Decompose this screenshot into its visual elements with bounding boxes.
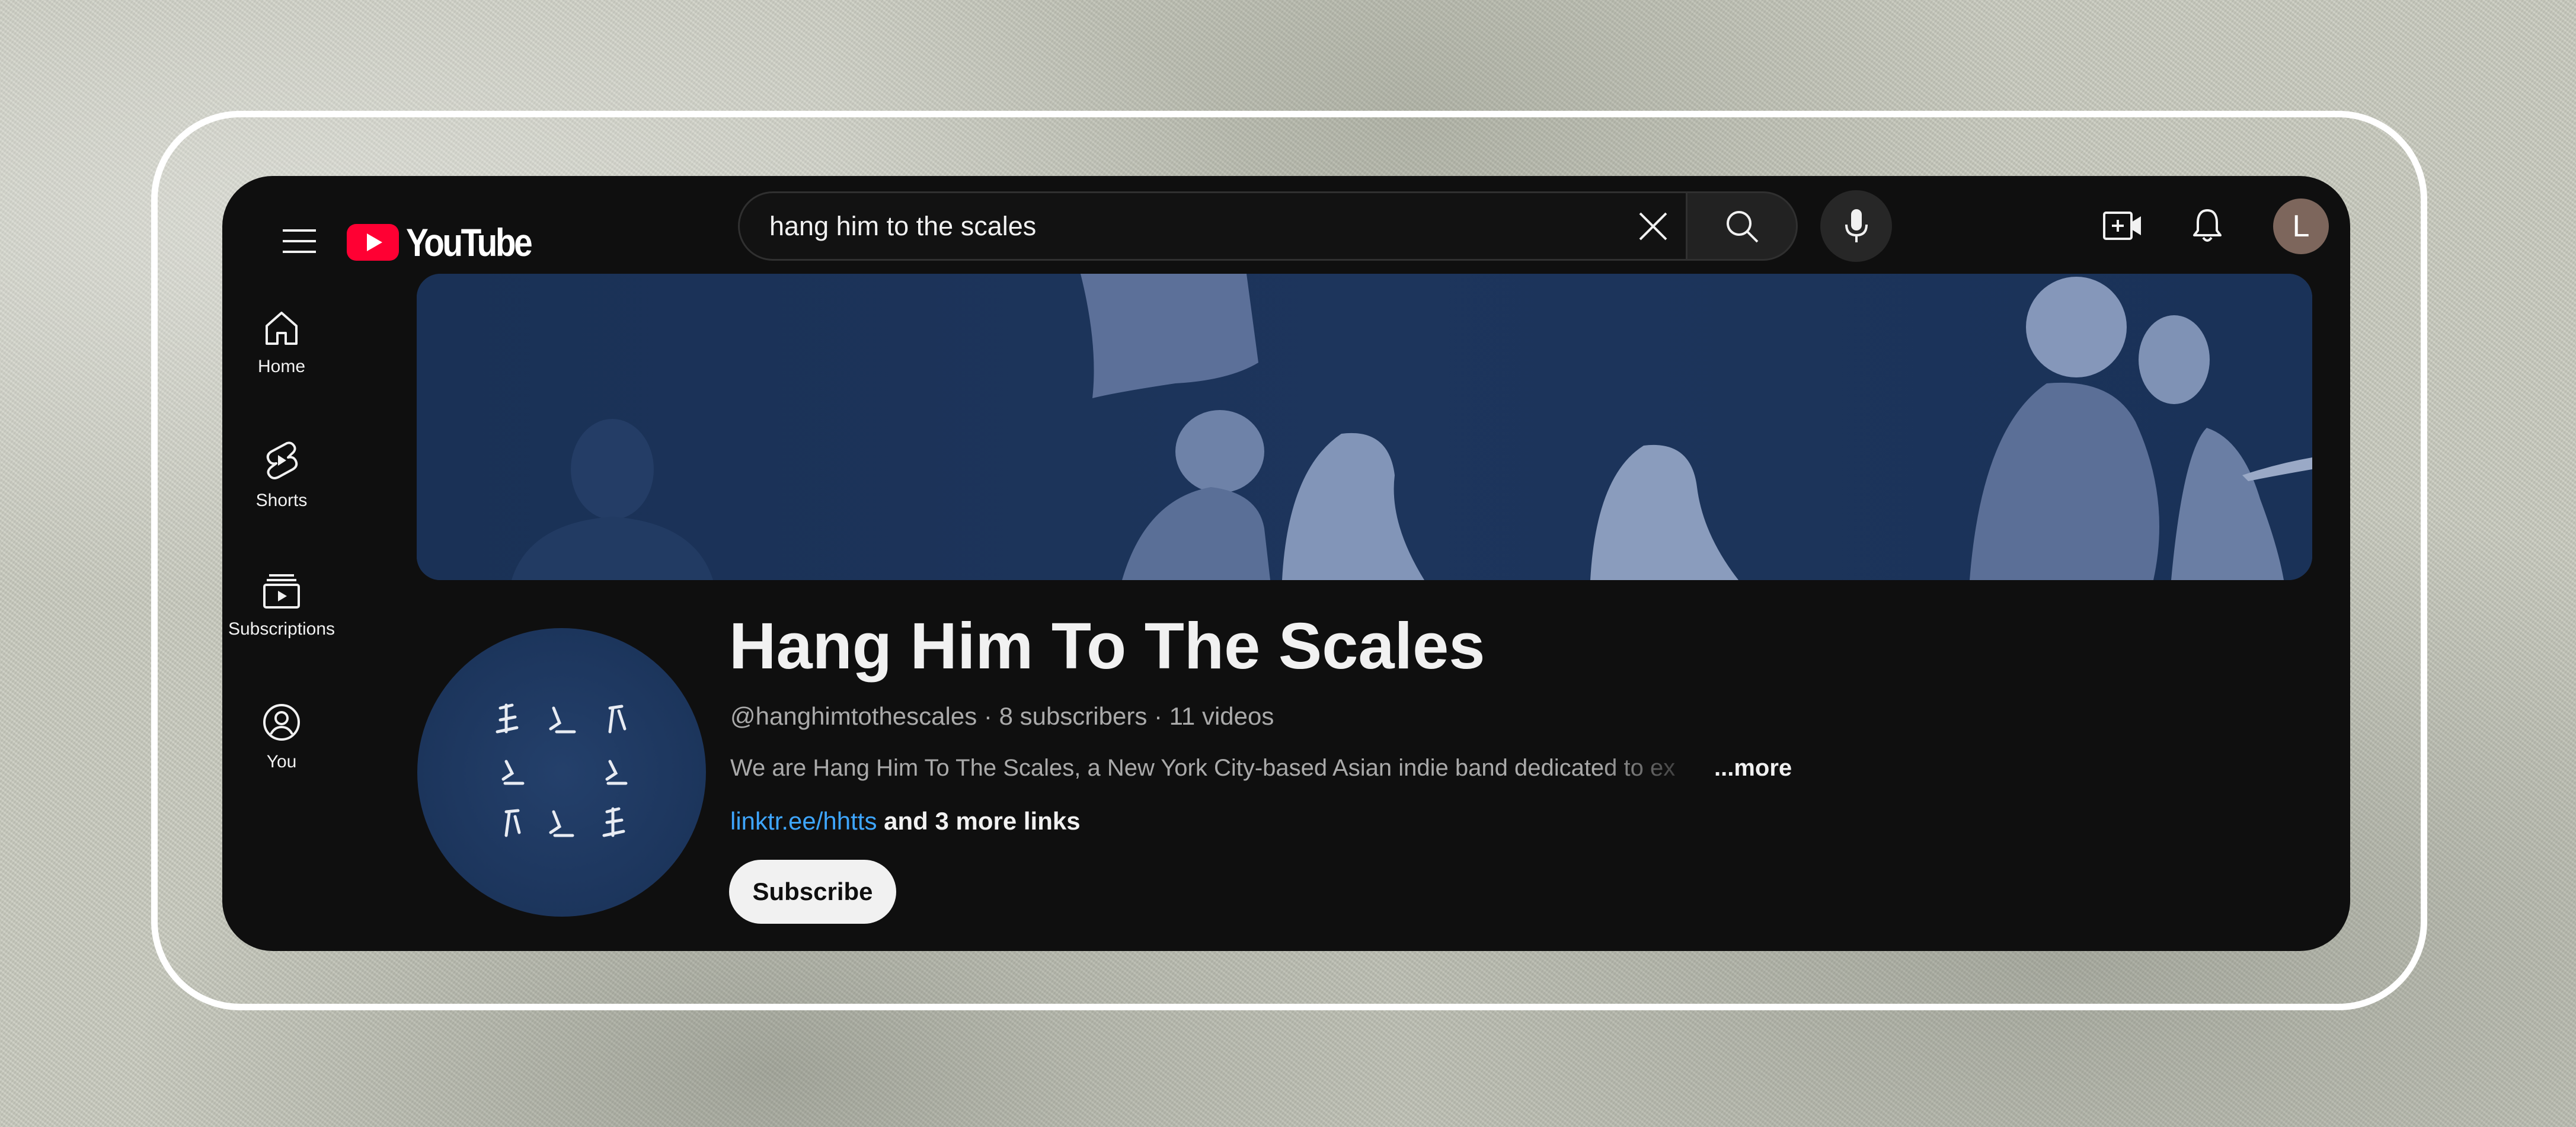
logo-text: YouTube bbox=[406, 220, 533, 264]
channel-meta: @hanghimtothescales · 8 subscribers · 11… bbox=[730, 702, 1274, 731]
video-add-icon bbox=[2103, 212, 2141, 240]
subscribe-button[interactable]: Subscribe bbox=[729, 860, 896, 924]
search-icon bbox=[1726, 210, 1758, 242]
clear-search-button[interactable] bbox=[1621, 194, 1686, 259]
sidebar-item-label: You bbox=[266, 752, 297, 771]
channel-banner bbox=[417, 274, 2312, 580]
description-text: We are Hang Him To The Scales, a New Yor… bbox=[730, 755, 1676, 781]
channel-link[interactable]: linktr.ee/hhtts bbox=[730, 807, 877, 835]
home-icon bbox=[266, 312, 298, 345]
voice-search-button[interactable] bbox=[1820, 190, 1892, 262]
meta-separator: · bbox=[983, 702, 992, 730]
meta-separator: · bbox=[1154, 702, 1162, 730]
youtube-logo[interactable]: YouTube bbox=[347, 207, 551, 278]
search-button[interactable] bbox=[1686, 191, 1798, 261]
shorts-icon bbox=[266, 441, 298, 479]
more-button[interactable]: ...more bbox=[1714, 755, 1792, 782]
menu-button[interactable] bbox=[264, 206, 335, 277]
channel-logo-image bbox=[496, 703, 628, 837]
hamburger-icon bbox=[283, 229, 316, 253]
subscriptions-icon bbox=[263, 574, 300, 609]
youtube-window: YouTube hang him to the scales L Home Sh… bbox=[222, 176, 2350, 951]
sidebar-item-label: Subscriptions bbox=[228, 619, 335, 639]
channel-handle[interactable]: @hanghimtothescales bbox=[730, 702, 977, 730]
bell-icon bbox=[2193, 209, 2222, 242]
sidebar-item-label: Shorts bbox=[255, 491, 308, 510]
subscriber-count: 8 subscribers bbox=[999, 702, 1148, 730]
close-icon bbox=[1639, 212, 1667, 240]
you-icon bbox=[263, 704, 300, 741]
search-input[interactable] bbox=[740, 193, 1621, 259]
more-links-button[interactable]: and 3 more links bbox=[884, 807, 1080, 835]
create-button[interactable] bbox=[2089, 193, 2156, 259]
banner-image bbox=[417, 274, 2312, 580]
sidebar-item-shorts[interactable]: Shorts bbox=[222, 441, 341, 511]
microphone-icon bbox=[1845, 209, 1868, 242]
channel-avatar[interactable] bbox=[417, 628, 706, 917]
sidebar-item-subscriptions[interactable]: Subscriptions bbox=[222, 573, 341, 639]
sidebar-item-label: Home bbox=[257, 357, 306, 376]
channel-description[interactable]: We are Hang Him To The Scales, a New Yor… bbox=[730, 755, 1792, 782]
user-avatar[interactable]: L bbox=[2273, 198, 2329, 254]
sidebar-item-home[interactable]: Home bbox=[222, 309, 341, 377]
channel-title: Hang Him To The Scales bbox=[729, 610, 1485, 683]
notifications-button[interactable] bbox=[2174, 193, 2241, 259]
search-box bbox=[738, 191, 1686, 261]
video-count: 11 videos bbox=[1169, 702, 1274, 730]
channel-links: linktr.ee/hhtts and 3 more links bbox=[730, 807, 1081, 835]
sidebar-item-you[interactable]: You bbox=[222, 703, 341, 772]
youtube-play-icon bbox=[347, 224, 399, 261]
